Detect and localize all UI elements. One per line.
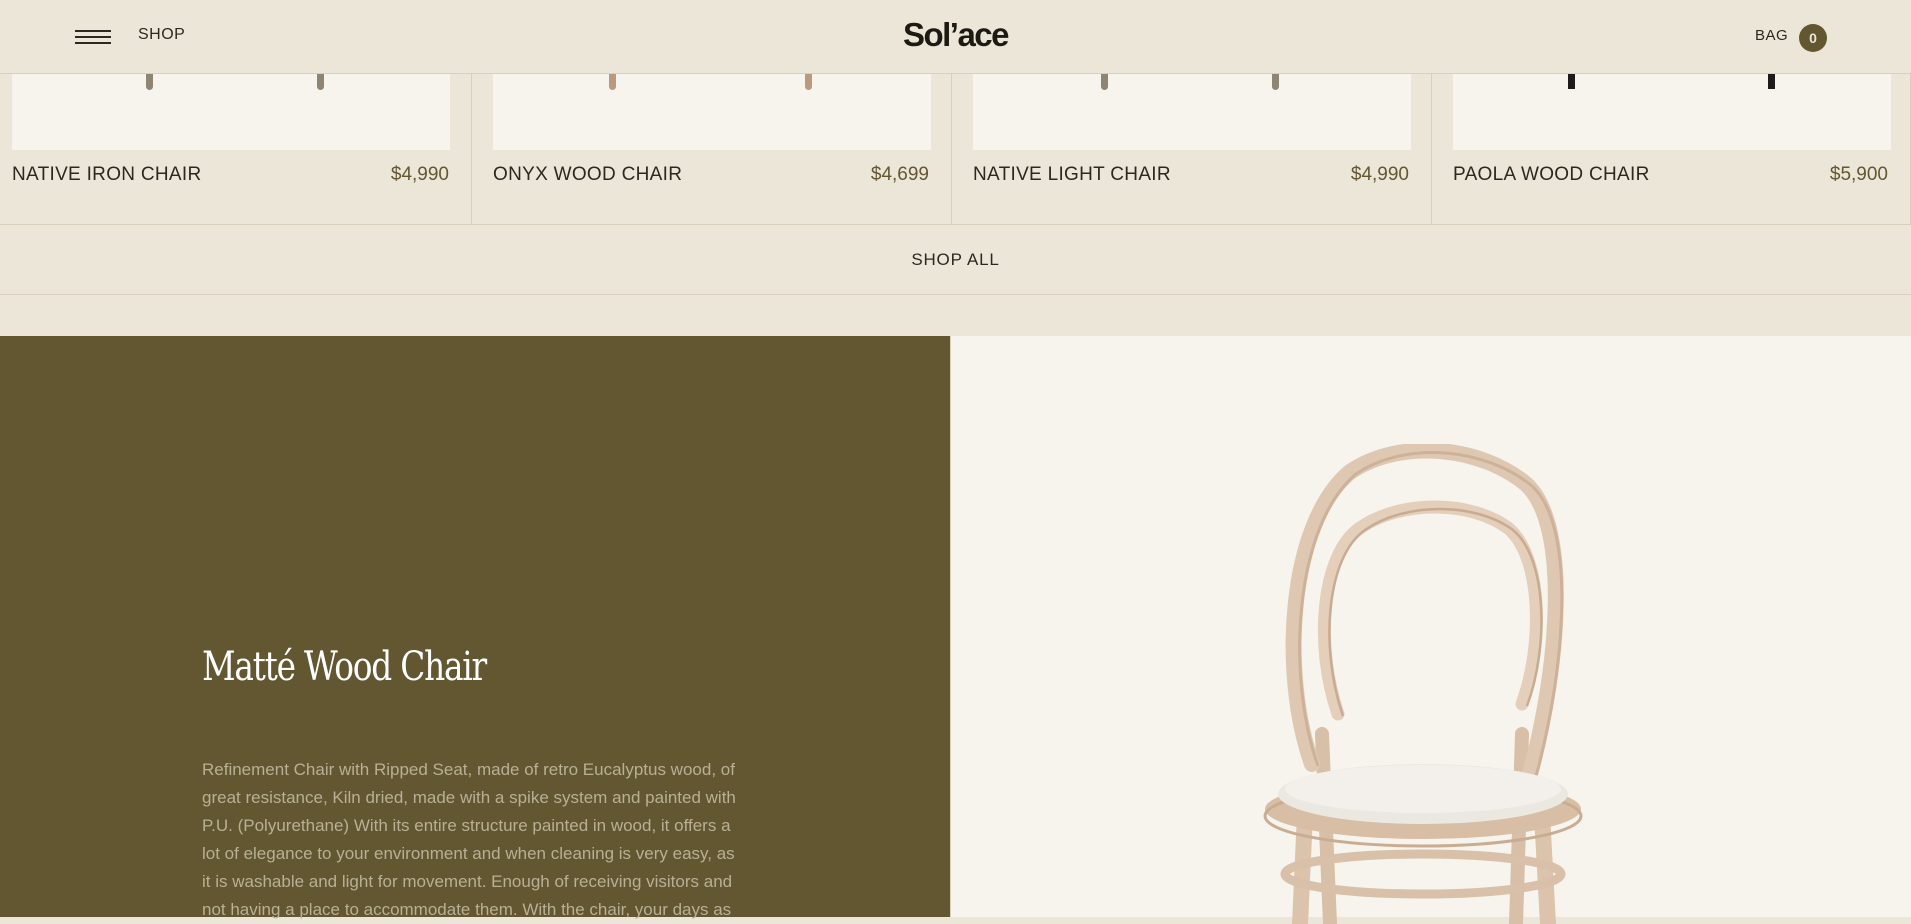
product-name[interactable]: NATIVE LIGHT CHAIR [973,164,1171,186]
feature-description: Refinement Chair with Ripped Seat, made … [202,760,736,919]
menu-icon[interactable] [75,29,111,45]
product-image[interactable] [493,74,931,150]
shop-nav-link[interactable]: SHOP [138,26,185,44]
site-header: SHOP Sol’ace BAG 0 [0,0,1911,74]
feature-text-panel: Matté Wood Chair Refinement Chair with R… [0,336,950,919]
product-card[interactable]: PAOLA WOOD CHAIR $5,900 [1432,74,1911,224]
feature-title: Matté Wood Chair [202,644,487,690]
product-price: $5,900 [1829,164,1888,185]
shop-all-button[interactable]: SHOP ALL [0,224,1911,295]
product-name[interactable]: PAOLA WOOD CHAIR [1453,164,1650,186]
product-price: $4,699 [870,164,929,185]
chair-image [1263,444,1583,924]
bag-link[interactable]: BAG [1755,27,1788,44]
product-card[interactable]: NATIVE LIGHT CHAIR $4,990 [952,74,1432,224]
product-image[interactable] [12,74,450,150]
product-name[interactable]: ONYX WOOD CHAIR [493,164,682,186]
product-price: $4,990 [1350,164,1409,185]
product-image[interactable] [973,74,1411,150]
product-card[interactable]: ONYX WOOD CHAIR $4,699 [472,74,952,224]
product-price: $4,990 [390,164,449,185]
product-row: NATIVE IRON CHAIR $4,990 ONYX WOOD CHAIR… [0,74,1911,225]
logo[interactable]: Sol’ace [0,16,1911,54]
product-card[interactable]: NATIVE IRON CHAIR $4,990 [0,74,472,224]
bag-count-badge[interactable]: 0 [1799,24,1827,52]
product-image[interactable] [1453,74,1891,150]
product-name[interactable]: NATIVE IRON CHAIR [12,164,202,186]
